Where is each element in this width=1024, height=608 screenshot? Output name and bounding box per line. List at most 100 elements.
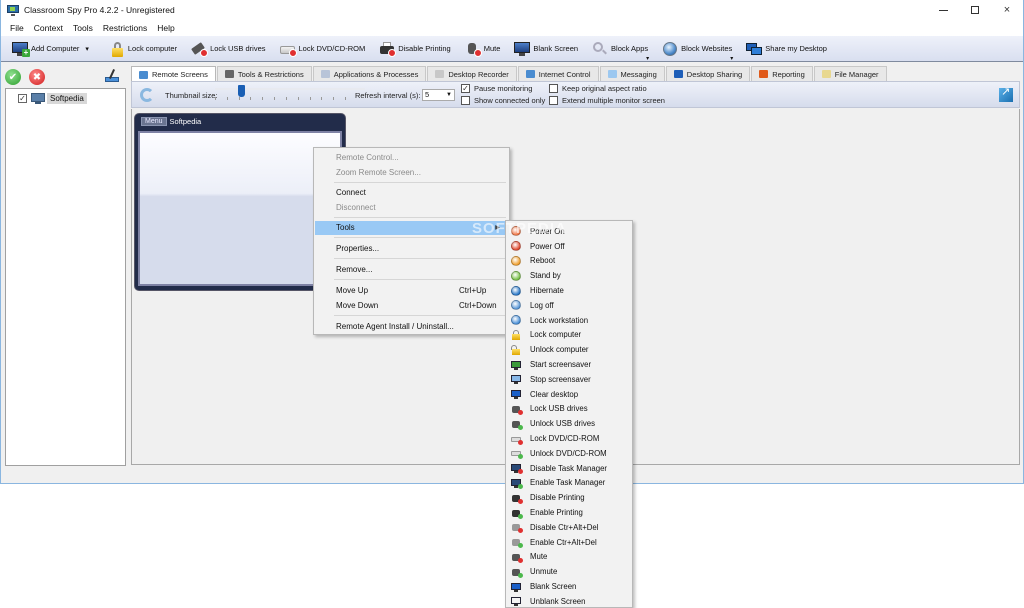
tab-messaging[interactable]: Messaging xyxy=(599,66,665,81)
tools-submenu-item-unlock-computer[interactable]: Unlock computer xyxy=(507,342,632,357)
tools-submenu-item-mute[interactable]: Mute xyxy=(507,550,632,565)
standby-icon xyxy=(511,270,521,281)
menu-help[interactable]: Help xyxy=(152,23,179,33)
menu-item-label: Remote Agent Install / Uninstall... xyxy=(336,322,454,331)
tools-submenu-item-blank-screen[interactable]: Blank Screen xyxy=(507,579,632,594)
context-menu-item-move-down[interactable]: Move Down Ctrl+Down xyxy=(315,299,508,313)
slider-tick xyxy=(238,97,240,100)
slider-tick xyxy=(321,97,323,100)
main-toolbar: + Add Computer ▾ Lock computer Lock USB … xyxy=(1,36,1023,62)
thumbnail-size-slider[interactable] xyxy=(238,85,245,97)
tab-applications-processes[interactable]: Applications & Processes xyxy=(312,66,427,81)
expand-icon[interactable] xyxy=(999,85,1013,102)
tools-submenu-item-unlock-dvd-cd-rom[interactable]: Unlock DVD/CD-ROM xyxy=(507,446,632,461)
add-computer-button[interactable]: + Add Computer ▾ xyxy=(9,38,92,60)
tools-submenu-item-enable-printing[interactable]: Enable Printing xyxy=(507,505,632,520)
sidebar-toolbar: ✔ ✖ xyxy=(1,62,127,88)
menu-item-label: Unmute xyxy=(530,567,558,577)
disconnect-all-button[interactable]: ✖ xyxy=(29,69,45,85)
chevron-down-icon[interactable]: ▾ xyxy=(730,55,733,62)
menu-file[interactable]: File xyxy=(5,23,29,33)
unblank-screen-icon xyxy=(511,596,521,607)
tools-submenu-item-enable-task-manager[interactable]: Enable Task Manager xyxy=(507,476,632,491)
chevron-down-icon: ▼ xyxy=(446,92,452,98)
refresh-icon[interactable] xyxy=(140,88,154,102)
tools-submenu-item-unmute[interactable]: Unmute xyxy=(507,564,632,579)
tab-desktop-recorder[interactable]: Desktop Recorder xyxy=(427,66,517,81)
tab-reporting[interactable]: Reporting xyxy=(751,66,813,81)
tools-submenu-item-stop-screensaver[interactable]: Stop screensaver xyxy=(507,372,632,387)
tools-submenu-item-start-screensaver[interactable]: Start screensaver xyxy=(507,357,632,372)
tools-submenu-item-lock-workstation[interactable]: Lock workstation xyxy=(507,313,632,328)
maximize-button[interactable] xyxy=(959,0,991,20)
lock-dvd-button[interactable]: Lock DVD/CD-ROM xyxy=(277,38,369,60)
close-button[interactable]: × xyxy=(991,0,1023,20)
maximize-icon xyxy=(971,6,979,14)
pause-monitoring-checkbox[interactable]: ✓ Pause monitoring xyxy=(461,84,532,93)
context-menu-item-connect[interactable]: Connect xyxy=(315,186,508,200)
disable-printing-button[interactable]: Disable Printing xyxy=(376,38,454,60)
checkbox-box xyxy=(549,96,558,105)
menu-restrictions[interactable]: Restrictions xyxy=(98,23,152,33)
refresh-interval-select[interactable]: 5 ▼ xyxy=(422,89,455,101)
tree-item-computer[interactable]: ✓ Softpedia xyxy=(18,93,87,104)
watermark: SOFTPEDIA xyxy=(472,220,567,237)
menu-item-label: Power Off xyxy=(530,241,565,251)
main-tabs: Remote Screens Tools & Restrictions Appl… xyxy=(131,66,888,82)
tools-submenu-item-unblank-screen[interactable]: Unblank Screen xyxy=(507,594,632,608)
tools-submenu-item-hibernate[interactable]: Hibernate xyxy=(507,283,632,298)
mute-button[interactable]: Mute xyxy=(462,38,504,60)
computer-checkbox[interactable]: ✓ xyxy=(18,94,27,103)
show-connected-only-checkbox[interactable]: Show connected only xyxy=(461,96,545,105)
block-websites-button[interactable]: Block Websites ▾ xyxy=(659,38,735,62)
context-menu-item-remote-control[interactable]: Remote Control... xyxy=(315,151,508,165)
context-menu-item-remove[interactable]: Remove... xyxy=(315,263,508,277)
tools-submenu-item-log-off[interactable]: Log off xyxy=(507,298,632,313)
tools-submenu-item-clear-desktop[interactable]: Clear desktop xyxy=(507,387,632,402)
menu-item-label: Hibernate xyxy=(530,286,564,296)
tools-submenu-item-lock-dvd-cd-rom[interactable]: Lock DVD/CD-ROM xyxy=(507,431,632,446)
tools-submenu-item-disable-task-manager[interactable]: Disable Task Manager xyxy=(507,461,632,476)
tools-submenu-item-power-off[interactable]: Power Off xyxy=(507,239,632,254)
connect-all-button[interactable]: ✔ xyxy=(5,69,21,85)
tools-submenu-item-disable-printing[interactable]: Disable Printing xyxy=(507,490,632,505)
share-desktop-icon xyxy=(746,41,763,57)
tools-submenu-item-lock-usb-drives[interactable]: Lock USB drives xyxy=(507,402,632,417)
tab-desktop-sharing[interactable]: Desktop Sharing xyxy=(665,66,751,81)
thumbnail-menu-button[interactable]: Menu xyxy=(141,116,167,126)
thumbnail-size-label: Thumbnail size: xyxy=(165,91,218,100)
context-menu-item-remote-agent-install-uninstall[interactable]: Remote Agent Install / Uninstall... xyxy=(315,320,508,334)
tools-submenu-item-reboot[interactable]: Reboot xyxy=(507,254,632,269)
share-desktop-button[interactable]: Share my Desktop xyxy=(743,38,830,60)
printer-icon xyxy=(379,41,397,57)
edit-button[interactable] xyxy=(105,69,119,83)
lock-usb-button[interactable]: Lock USB drives xyxy=(188,38,268,60)
context-menu-item-properties[interactable]: Properties... xyxy=(315,242,508,256)
blank-screen-button[interactable]: Blank Screen xyxy=(511,38,581,60)
tab-tools-restrictions[interactable]: Tools & Restrictions xyxy=(216,66,312,81)
tab-internet-control[interactable]: Internet Control xyxy=(517,66,599,81)
chevron-down-icon[interactable]: ▾ xyxy=(85,45,89,53)
monitor-icon xyxy=(514,41,531,57)
tools-submenu-item-enable-ctr-alt-del[interactable]: Enable Ctr+Alt+Del xyxy=(507,535,632,550)
context-menu-item-disconnect[interactable]: Disconnect xyxy=(315,201,508,215)
context-menu-item-move-up[interactable]: Move Up Ctrl+Up xyxy=(315,284,508,298)
lock-usb-icon xyxy=(511,404,523,415)
menu-context[interactable]: Context xyxy=(29,23,68,33)
keep-aspect-ratio-checkbox[interactable]: Keep original aspect ratio xyxy=(549,84,647,93)
thumbnail-screen[interactable] xyxy=(138,131,342,286)
tools-submenu-item-disable-ctr-alt-del[interactable]: Disable Ctr+Alt+Del xyxy=(507,520,632,535)
minimize-button[interactable] xyxy=(927,0,959,20)
chevron-down-icon[interactable]: ▾ xyxy=(646,55,649,62)
tab-file-manager[interactable]: File Manager xyxy=(813,66,887,81)
tools-submenu-item-lock-computer[interactable]: Lock computer xyxy=(507,328,632,343)
menu-tools[interactable]: Tools xyxy=(68,23,98,33)
menu-separator xyxy=(334,258,506,259)
tab-remote-screens[interactable]: Remote Screens xyxy=(131,66,216,82)
extend-monitor-checkbox[interactable]: Extend multiple monitor screen xyxy=(549,96,665,105)
lock-computer-button[interactable]: Lock computer xyxy=(106,38,180,60)
tools-submenu-item-unlock-usb-drives[interactable]: Unlock USB drives xyxy=(507,416,632,431)
block-apps-button[interactable]: Block Apps ▾ xyxy=(589,38,651,62)
context-menu-item-zoom-remote-screen[interactable]: Zoom Remote Screen... xyxy=(315,166,508,180)
tools-submenu-item-stand-by[interactable]: Stand by xyxy=(507,268,632,283)
